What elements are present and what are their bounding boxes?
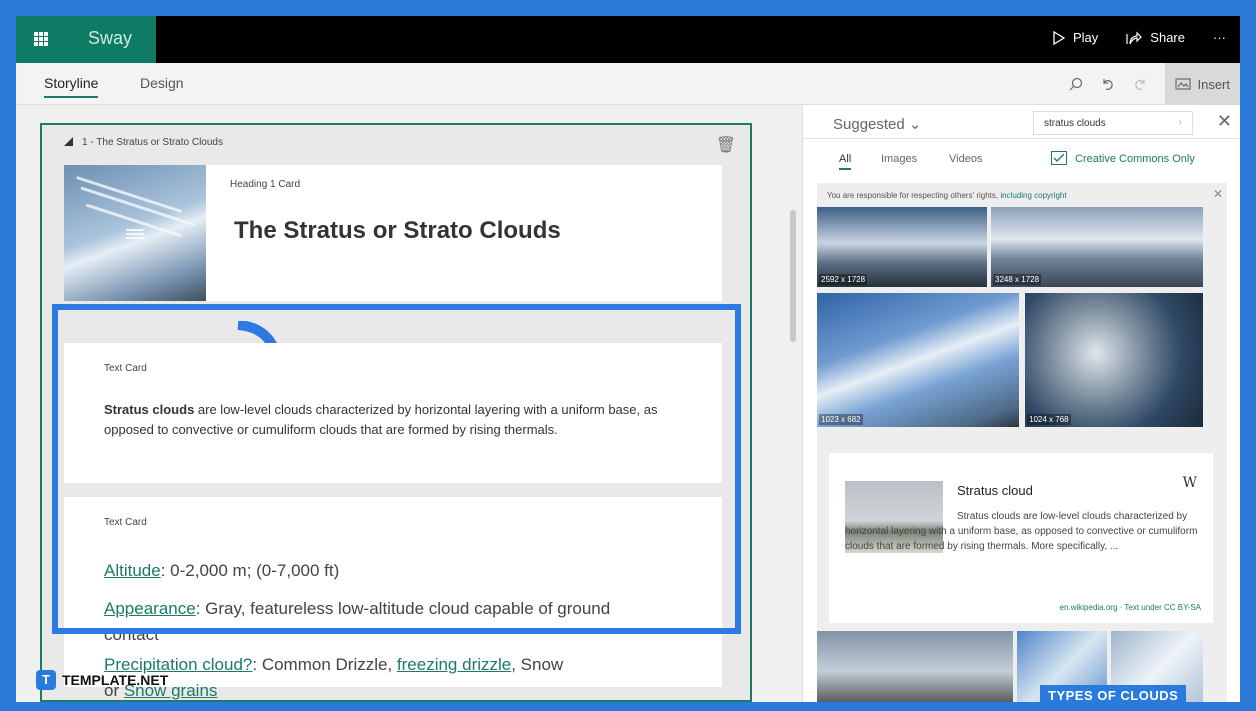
share-icon: [1126, 31, 1143, 44]
wiki-source[interactable]: en.wikipedia.org · Text under CC BY-SA: [1060, 603, 1201, 612]
image-result[interactable]: 2592 x 1728: [817, 207, 987, 287]
precipitation-line: Precipitation cloud?: Common Drizzle, fr…: [104, 652, 722, 702]
brand-area: Sway: [16, 16, 156, 63]
close-icon[interactable]: ✕: [1217, 111, 1232, 132]
text-card-body: Stratus clouds are low-level clouds char…: [104, 400, 684, 440]
copyright-link[interactable]: including copyright: [1000, 191, 1066, 200]
precipitation-value-2: , Snow: [511, 655, 564, 674]
tab-design[interactable]: Design: [140, 75, 184, 91]
insert-icon: [1175, 78, 1191, 90]
search-icon[interactable]: [1069, 77, 1083, 91]
search-go-icon[interactable]: ›: [1179, 117, 1182, 128]
play-button[interactable]: Play: [1053, 30, 1098, 45]
drag-handle-icon[interactable]: [126, 229, 144, 239]
collapse-triangle-icon[interactable]: [64, 137, 73, 146]
section-header[interactable]: 1 - The Stratus or Strato Clouds 🗑: [42, 125, 750, 159]
template-logo-icon: T: [36, 670, 56, 690]
heading-card-image: [64, 165, 206, 301]
play-icon: [1053, 30, 1065, 45]
storyline-scrollbar[interactable]: [790, 210, 796, 342]
delete-trash-icon[interactable]: 🗑: [716, 135, 736, 155]
source-label: Suggested: [833, 116, 905, 133]
filter-images[interactable]: Images: [881, 153, 917, 165]
chevron-down-icon: ⌄: [908, 116, 922, 133]
image-dimensions: 1023 x 682: [819, 414, 863, 425]
altitude-value: : 0-2,000 m; (0-7,000 ft): [160, 561, 340, 580]
redo-icon[interactable]: [1133, 77, 1147, 91]
card-type-label: Heading 1 Card: [230, 179, 301, 190]
appearance-line: Appearance: Gray, featureless low-altitu…: [104, 596, 664, 648]
play-label: Play: [1073, 30, 1099, 45]
results-list: You are responsible for respecting other…: [817, 183, 1227, 702]
app-launcher-icon[interactable]: [34, 32, 48, 46]
template-watermark: T TEMPLATE.NET: [36, 670, 168, 690]
more-options-button[interactable]: ···: [1213, 30, 1226, 45]
undo-icon[interactable]: [1101, 77, 1115, 91]
filter-videos[interactable]: Videos: [949, 153, 982, 165]
rights-notice: You are responsible for respecting other…: [827, 191, 1067, 200]
types-of-clouds-badge: TYPES OF CLOUDS: [1040, 685, 1187, 702]
sway-window: Sway Play Share ··· Storyline Design Ins…: [16, 16, 1240, 702]
filter-all[interactable]: All: [839, 153, 852, 170]
view-tabs: Storyline Design Insert: [16, 63, 1240, 105]
card-type-label: Text Card: [104, 517, 147, 528]
image-dimensions: 1024 x 768: [1027, 414, 1071, 425]
insert-label: Insert: [1197, 76, 1230, 92]
insert-button[interactable]: Insert: [1165, 63, 1240, 105]
search-value: stratus clouds: [1044, 118, 1106, 129]
image-dimensions: 2592 x 1728: [819, 274, 868, 285]
creative-commons-checkbox[interactable]: [1051, 151, 1067, 165]
tab-storyline[interactable]: Storyline: [44, 75, 99, 98]
share-label: Share: [1150, 30, 1185, 45]
wiki-title: Stratus cloud: [957, 483, 1033, 498]
text-card[interactable]: Text Card Stratus clouds are low-level c…: [64, 343, 722, 483]
checkmark-icon: [1053, 153, 1065, 162]
image-result[interactable]: 1024 x 768: [1025, 293, 1203, 427]
heading-card[interactable]: Heading 1 Card The Stratus or Strato Clo…: [64, 165, 722, 301]
image-result[interactable]: 3248 x 1728: [991, 207, 1203, 287]
card-type-label: Text Card: [104, 363, 147, 374]
dismiss-notice-icon[interactable]: ✕: [1213, 187, 1223, 201]
text-card[interactable]: Text Card Altitude: 0-2,000 m; (0-7,000 …: [64, 497, 722, 700]
pane-header: Suggested ⌄ stratus clouds › ✕: [803, 105, 1240, 139]
notice-text: You are responsible for respecting other…: [827, 191, 1001, 200]
filter-row: All Images Videos Creative Commons Only: [803, 139, 1240, 179]
section-group: 1 - The Stratus or Strato Clouds 🗑 Headi…: [40, 123, 752, 702]
image-result[interactable]: [817, 631, 1013, 702]
altitude-link[interactable]: Altitude: [104, 561, 161, 580]
insert-pane: Suggested ⌄ stratus clouds › ✕ All Images…: [802, 105, 1240, 702]
heading-card-title: The Stratus or Strato Clouds: [234, 217, 561, 244]
wikipedia-icon: W: [1182, 475, 1197, 491]
wikipedia-card[interactable]: Stratus cloud W Stratus clouds are low-l…: [829, 453, 1213, 623]
search-input[interactable]: stratus clouds ›: [1033, 111, 1193, 135]
top-bar: Sway Play Share ···: [16, 16, 1240, 63]
section-title: 1 - The Stratus or Strato Clouds: [82, 137, 223, 148]
source-dropdown[interactable]: Suggested ⌄: [833, 115, 921, 133]
template-logo-text: TEMPLATE.NET: [62, 672, 169, 688]
creative-commons-label[interactable]: Creative Commons Only: [1075, 153, 1195, 165]
share-button[interactable]: Share: [1126, 30, 1185, 45]
storyline-panel: 1 - The Stratus or Strato Clouds 🗑 Headi…: [16, 105, 802, 702]
wiki-excerpt: Stratus clouds are low-level clouds char…: [845, 511, 1198, 552]
image-dimensions: 3248 x 1728: [993, 274, 1042, 285]
freezing-drizzle-link[interactable]: freezing drizzle: [397, 655, 511, 674]
app-name: Sway: [88, 28, 133, 48]
bold-lead: Stratus clouds: [104, 402, 195, 417]
altitude-line: Altitude: 0-2,000 m; (0-7,000 ft): [104, 558, 722, 584]
precipitation-value: : Common Drizzle,: [252, 655, 397, 674]
appearance-link[interactable]: Appearance: [104, 599, 196, 618]
image-result[interactable]: 1023 x 682: [817, 293, 1019, 427]
